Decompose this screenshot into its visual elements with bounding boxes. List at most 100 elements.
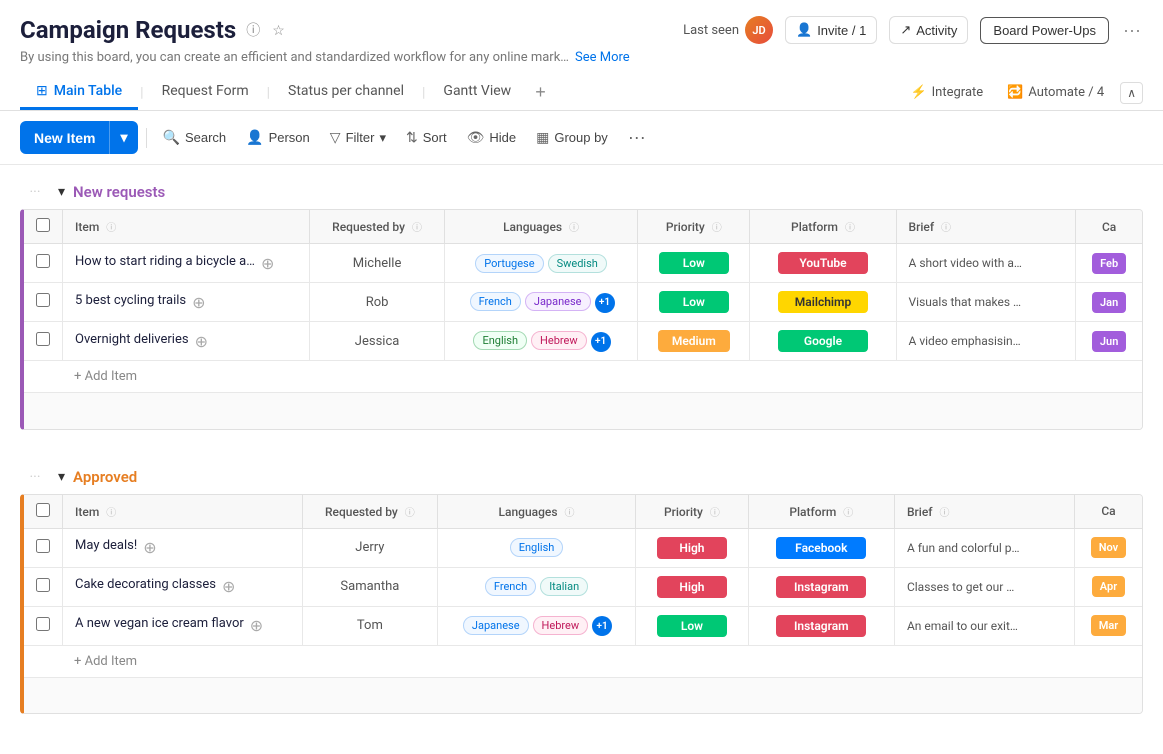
add-item-row[interactable]: + Add Item [24, 645, 1142, 677]
section-header-new-requests[interactable]: ··· ▾ New requests [20, 175, 1143, 209]
languages-extra-badge[interactable]: +1 [591, 332, 611, 352]
add-subitem-icon[interactable]: ⊕ [192, 293, 205, 312]
more-options-icon[interactable]: ··· [1121, 18, 1143, 43]
row-checkbox[interactable] [36, 617, 50, 631]
ca-cell: Nov [1074, 528, 1142, 567]
language-tag[interactable]: English [473, 331, 527, 350]
platform-badge[interactable]: Instagram [776, 615, 866, 637]
empty-row [24, 677, 1142, 713]
platform-cell: Google [750, 322, 896, 361]
add-item-cell[interactable]: + Add Item [24, 645, 1142, 677]
language-tag[interactable]: Swedish [548, 254, 607, 273]
section-header-approved[interactable]: ··· ▾ Approved [20, 460, 1143, 494]
language-tag[interactable]: Portugese [475, 254, 543, 273]
hide-icon: 👁 [467, 129, 485, 146]
ca-badge[interactable]: Feb [1092, 253, 1126, 274]
language-tag[interactable]: English [510, 538, 564, 557]
more-tools-button[interactable]: ··· [620, 123, 654, 152]
row-checkbox[interactable] [36, 539, 50, 553]
brief-cell: A fun and colorful p… [894, 528, 1074, 567]
ca-badge[interactable]: Jun [1092, 331, 1126, 352]
item-name: Overnight deliveries [75, 332, 189, 347]
platform-badge[interactable]: Instagram [776, 576, 866, 598]
ca-badge[interactable]: Apr [1092, 576, 1125, 597]
automate-button[interactable]: 🔁 Automate / 4 [999, 81, 1112, 104]
add-tab-button[interactable]: + [527, 78, 554, 107]
activity-icon: ↗ [900, 22, 911, 38]
add-subitem-icon[interactable]: ⊕ [143, 538, 156, 557]
info-icon[interactable]: ⓘ [244, 18, 262, 42]
platform-badge[interactable]: YouTube [778, 252, 868, 274]
ca-badge[interactable]: Jan [1092, 292, 1126, 313]
board-powerups-button[interactable]: Board Power-Ups [980, 17, 1109, 44]
languages-cell: FrenchJapanese+1 [444, 283, 637, 322]
sort-icon: ⇅ [406, 129, 418, 146]
select-all-approved[interactable] [36, 503, 50, 517]
see-more-link[interactable]: See More [575, 50, 630, 65]
new-item-button[interactable]: New Item ▾ [20, 121, 138, 154]
language-tag[interactable]: Hebrew [533, 616, 589, 635]
group-by-button[interactable]: ▦ Group by [528, 123, 616, 152]
th-platform-approved: Platform ⓘ [748, 495, 894, 529]
tab-main-table[interactable]: ⊞ Main Table [20, 75, 138, 110]
priority-badge[interactable]: Low [659, 291, 729, 313]
item-name: 5 best cycling trails [75, 293, 186, 308]
platform-badge[interactable]: Facebook [776, 537, 866, 559]
th-priority-approved: Priority ⓘ [636, 495, 749, 529]
language-tag[interactable]: Italian [540, 577, 588, 596]
new-item-dropdown-arrow[interactable]: ▾ [109, 121, 137, 154]
tab-request-form[interactable]: Request Form [146, 75, 265, 110]
ca-badge[interactable]: Mar [1091, 615, 1127, 636]
platform-badge[interactable]: Google [778, 330, 868, 352]
invite-button[interactable]: 👤 Invite / 1 [785, 16, 877, 44]
priority-badge[interactable]: Low [659, 252, 729, 274]
collapse-button[interactable]: ∧ [1120, 82, 1143, 104]
priority-badge[interactable]: High [657, 537, 727, 559]
language-tag[interactable]: Japanese [525, 292, 591, 311]
platform-badge[interactable]: Mailchimp [778, 291, 868, 313]
tab-status-per-channel[interactable]: Status per channel [272, 75, 420, 110]
languages-extra-badge[interactable]: +1 [595, 293, 615, 313]
row-checkbox[interactable] [36, 332, 50, 346]
platform-cell: YouTube [750, 244, 896, 283]
priority-badge[interactable]: High [657, 576, 727, 598]
sort-button[interactable]: ⇅ Sort [398, 123, 455, 152]
languages-extra-badge[interactable]: +1 [592, 616, 612, 636]
integrate-button[interactable]: ⚡ Integrate [902, 81, 991, 104]
row-checkbox[interactable] [36, 293, 50, 307]
person-icon: 👤 [246, 129, 263, 146]
person-filter-button[interactable]: 👤 Person [238, 123, 318, 152]
priority-cell: Low [636, 606, 749, 645]
add-subitem-icon[interactable]: ⊕ [261, 254, 274, 273]
add-subitem-icon[interactable]: ⊕ [250, 616, 263, 635]
language-tag[interactable]: Hebrew [531, 331, 587, 350]
ca-cell: Apr [1074, 567, 1142, 606]
tab-gantt-view[interactable]: Gantt View [427, 75, 527, 110]
priority-badge[interactable]: Medium [658, 330, 730, 352]
th-item-new: Item ⓘ [63, 210, 310, 244]
item-name: May deals! [75, 538, 137, 553]
row-checkbox[interactable] [36, 578, 50, 592]
add-item-cell[interactable]: + Add Item [24, 361, 1142, 393]
th-platform-new: Platform ⓘ [750, 210, 896, 244]
platform-cell: Facebook [748, 528, 894, 567]
activity-button[interactable]: ↗ Activity [889, 16, 968, 44]
ca-badge[interactable]: Nov [1091, 537, 1126, 558]
hide-button[interactable]: 👁 Hide [459, 123, 525, 152]
add-subitem-icon[interactable]: ⊕ [195, 332, 208, 351]
add-item-row[interactable]: + Add Item [24, 361, 1142, 393]
search-button[interactable]: 🔍 Search [155, 123, 235, 152]
requested-by-cell: Samantha [302, 567, 437, 606]
brief-cell: An email to our exit… [894, 606, 1074, 645]
language-tag[interactable]: French [470, 292, 521, 311]
filter-button[interactable]: ▽ Filter ▾ [322, 123, 394, 152]
star-icon[interactable]: ☆ [270, 20, 287, 41]
language-tag[interactable]: Japanese [463, 616, 529, 635]
table-row: 5 best cycling trails⊕RobFrenchJapanese+… [24, 283, 1142, 322]
priority-badge[interactable]: Low [657, 615, 727, 637]
select-all-new[interactable] [36, 218, 50, 232]
add-subitem-icon[interactable]: ⊕ [222, 577, 235, 596]
section-new-requests: ··· ▾ New requests Item ⓘ Requested by ⓘ… [20, 175, 1143, 430]
language-tag[interactable]: French [485, 577, 536, 596]
row-checkbox[interactable] [36, 254, 50, 268]
